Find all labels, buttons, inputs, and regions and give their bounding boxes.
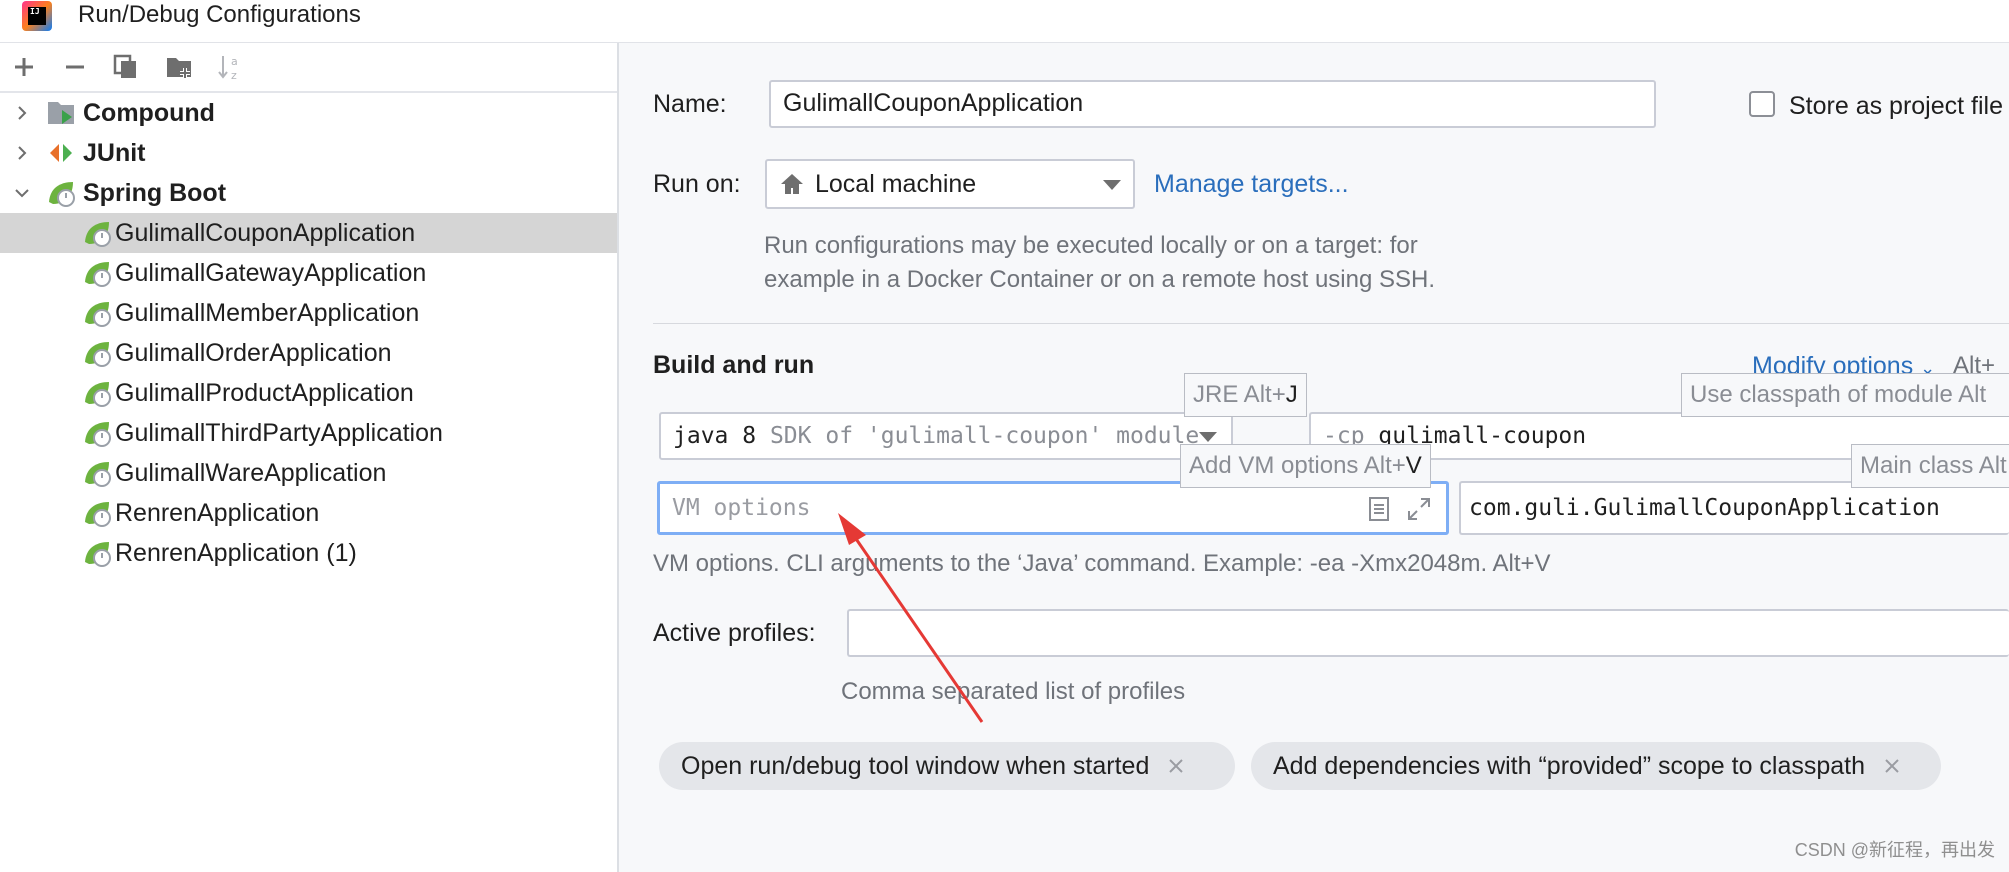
tree-item-gulimall-product[interactable]: GulimallProductApplication <box>0 373 617 413</box>
run-on-label: Run on: <box>653 170 741 198</box>
tree-item-gulimall-member[interactable]: GulimallMemberApplication <box>0 293 617 333</box>
chevron-right-icon[interactable] <box>12 143 32 163</box>
tree-item-renren-1[interactable]: RenrenApplication (1) <box>0 533 617 573</box>
name-input[interactable]: GulimallCouponApplication <box>769 80 1656 128</box>
folder-add-icon <box>167 58 191 78</box>
sort-button[interactable]: az <box>214 51 246 83</box>
spring-boot-app-icon <box>85 222 111 247</box>
vm-options-tooltip: Add VM options Alt+V <box>1180 444 1431 488</box>
chip-provided-scope: Add dependencies with “provided” scope t… <box>1251 742 1941 790</box>
section-divider <box>653 323 2009 324</box>
spring-boot-app-icon <box>85 302 111 327</box>
watermark: CSDN @新征程，再出发 <box>1794 840 1995 860</box>
spring-boot-app-icon <box>85 502 111 527</box>
manage-targets-link[interactable]: Manage targets... <box>1154 167 1349 201</box>
title-bar: IJ Run/Debug Configurations <box>0 0 2009 43</box>
copy-icon <box>113 54 136 78</box>
dropdown-arrow-icon <box>1199 432 1217 442</box>
sidebar-toolbar: az <box>0 43 617 93</box>
tree-item-gulimall-order[interactable]: GulimallOrderApplication <box>0 333 617 373</box>
spring-boot-app-icon <box>85 462 111 487</box>
close-icon[interactable] <box>1167 757 1185 775</box>
tree-item-gulimall-ware[interactable]: GulimallWareApplication <box>0 453 617 493</box>
close-icon[interactable] <box>1883 757 1901 775</box>
spring-boot-app-icon <box>85 422 111 447</box>
chevron-down-icon[interactable] <box>12 183 32 203</box>
minus-icon <box>66 65 84 69</box>
tree-item-label: GulimallProductApplication <box>115 379 414 407</box>
run-on-hint-line1: Run configurations may be executed local… <box>764 232 1418 259</box>
spring-boot-app-icon <box>85 262 111 287</box>
active-profiles-input[interactable] <box>847 609 2009 657</box>
jre-sdk-dropdown[interactable]: java 8 SDK of 'gulimall-coupon' module <box>659 412 1233 460</box>
run-on-dropdown[interactable]: Local machine <box>765 159 1135 209</box>
new-folder-button[interactable] <box>163 51 195 83</box>
store-as-project-file-checkbox[interactable] <box>1749 91 1775 117</box>
tree-group-junit[interactable]: JUnit <box>0 133 617 173</box>
plus-icon <box>15 58 33 76</box>
tree-item-gulimall-gateway[interactable]: GulimallGatewayApplication <box>0 253 617 293</box>
chip-open-tool-window: Open run/debug tool window when started <box>659 742 1235 790</box>
tree-item-label: RenrenApplication <box>115 499 320 527</box>
tree-item-renren[interactable]: RenrenApplication <box>0 493 617 533</box>
tree-item-label: RenrenApplication (1) <box>115 539 357 567</box>
tree-item-label: GulimallOrderApplication <box>115 339 392 367</box>
vm-options-hint: VM options. CLI arguments to the ‘Java’ … <box>653 550 1551 577</box>
compound-icon <box>48 102 74 124</box>
build-and-run-title: Build and run <box>653 351 815 379</box>
svg-text:a: a <box>231 55 238 68</box>
tree-item-label: GulimallMemberApplication <box>115 299 420 327</box>
main-class-input[interactable]: com.guli.GulimallCouponApplication <box>1459 481 2009 535</box>
tree-item-label: GulimallCouponApplication <box>115 219 416 247</box>
active-profiles-label: Active profiles: <box>653 619 816 647</box>
intellij-logo-icon: IJ <box>22 1 52 31</box>
configurations-sidebar: az Compound JUnit Spring Boot GulimallCo… <box>0 43 619 872</box>
add-button[interactable] <box>8 51 40 83</box>
spring-boot-app-icon <box>85 342 111 367</box>
sort-alpha-icon: az <box>218 55 238 81</box>
window-title: Run/Debug Configurations <box>78 1 361 28</box>
spring-boot-app-icon <box>85 542 111 567</box>
home-icon <box>781 174 803 194</box>
tree-group-label: Compound <box>83 99 215 127</box>
expand-icon[interactable] <box>1406 496 1432 522</box>
configuration-editor: Name: GulimallCouponApplication Store as… <box>619 43 2009 872</box>
store-as-project-file-label: Store as project file <box>1789 92 2003 120</box>
vm-options-input[interactable]: VM options <box>657 481 1449 535</box>
tree-item-label: GulimallGatewayApplication <box>115 259 427 287</box>
tree-item-gulimall-third-party[interactable]: GulimallThirdPartyApplication <box>0 413 617 453</box>
chevron-right-icon[interactable] <box>12 103 32 123</box>
junit-icon <box>50 144 72 162</box>
active-profiles-hint: Comma separated list of profiles <box>841 678 1186 705</box>
tree-group-label: Spring Boot <box>83 179 227 207</box>
tree-group-compound[interactable]: Compound <box>0 93 617 133</box>
jre-tooltip: JRE Alt+J <box>1184 373 1307 417</box>
document-icon[interactable] <box>1368 496 1390 522</box>
tree-group-label: JUnit <box>83 139 146 167</box>
dropdown-arrow-icon <box>1103 180 1121 190</box>
tree-item-label: GulimallWareApplication <box>115 459 387 487</box>
copy-button[interactable] <box>110 51 142 83</box>
tree-group-spring-boot[interactable]: Spring Boot <box>0 173 617 213</box>
classpath-tooltip: Use classpath of module Alt <box>1681 373 2009 417</box>
spring-boot-app-icon <box>85 382 111 407</box>
svg-text:z: z <box>231 69 237 81</box>
tree-item-gulimall-coupon[interactable]: GulimallCouponApplication <box>0 213 617 253</box>
name-label: Name: <box>653 90 727 118</box>
remove-button[interactable] <box>59 51 91 83</box>
tree-item-label: GulimallThirdPartyApplication <box>115 419 443 447</box>
spring-boot-icon <box>49 182 75 207</box>
main-class-tooltip: Main class Alt <box>1851 444 2009 488</box>
run-on-hint-line2: example in a Docker Container or on a re… <box>764 266 1436 293</box>
